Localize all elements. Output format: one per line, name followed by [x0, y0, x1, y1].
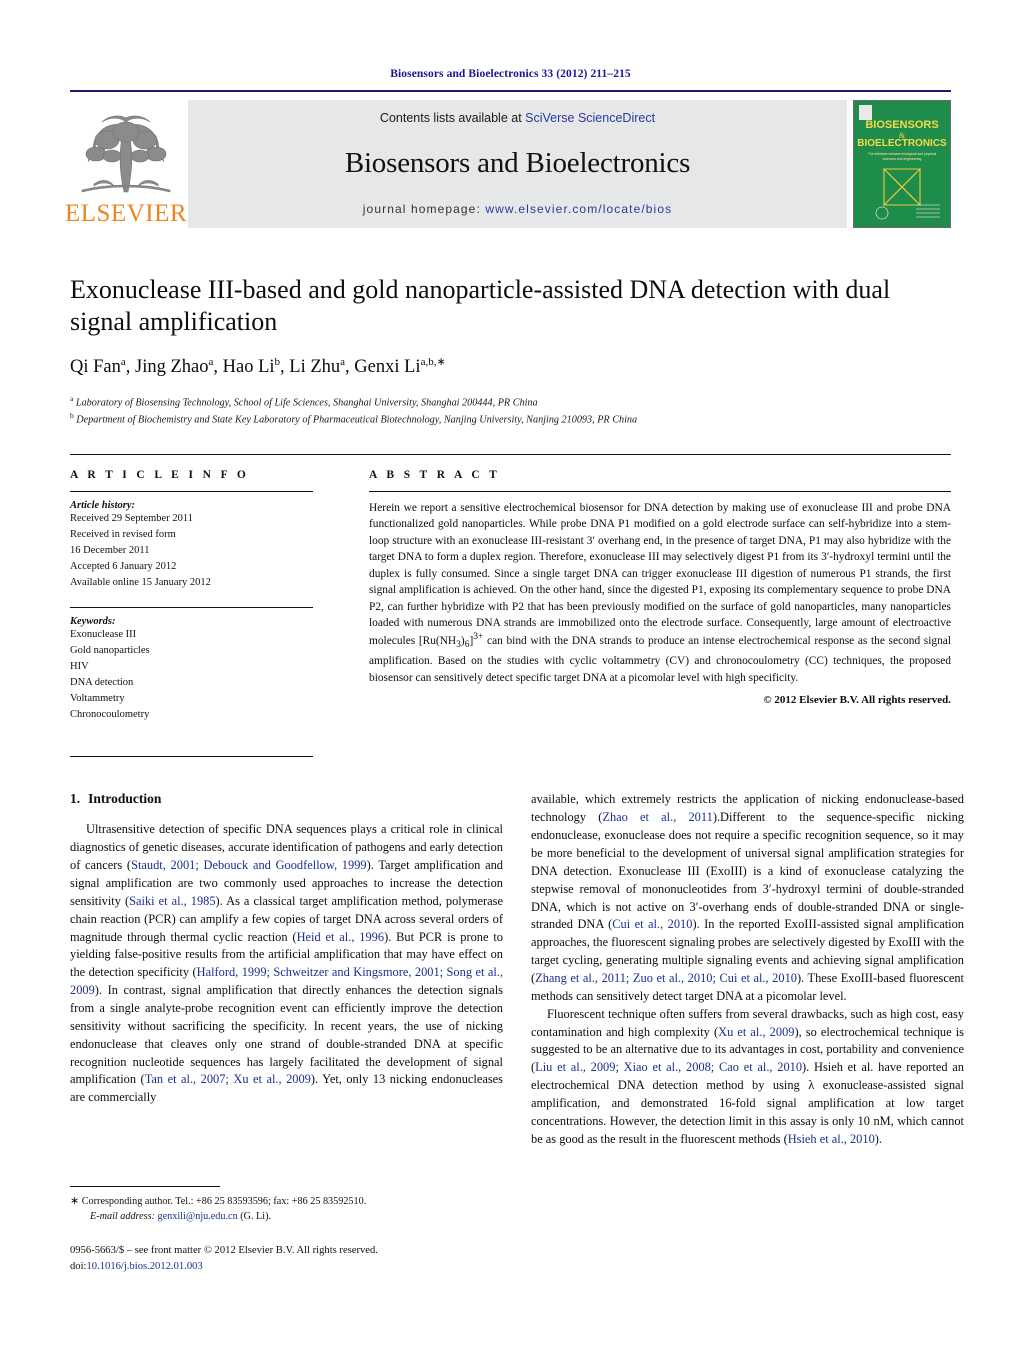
svg-text:sciences and engineering: sciences and engineering [883, 157, 922, 161]
email-suffix: (G. Li). [240, 1210, 272, 1222]
elsevier-wordmark: ELSEVIER [64, 200, 188, 227]
history-item: 16 December 2011 [70, 544, 150, 556]
doi-line: doi:10.1016/j.bios.2012.01.003 [70, 1259, 530, 1275]
history-item: Received 29 September 2011 [70, 512, 193, 524]
body-column-left: 1. Introduction Ultrasensitive detection … [70, 791, 503, 1148]
homepage-url[interactable]: www.elsevier.com/locate/bios [485, 202, 672, 216]
affiliation-a: a Laboratory of Biosensing Technology, S… [70, 393, 538, 408]
asterisk-icon: ∗ [70, 1195, 80, 1207]
article-history-label: Article history: [70, 499, 136, 511]
keyword-item: Chronocoulometry [70, 708, 150, 720]
section-number: 1. [70, 791, 81, 807]
issn-copyright-line: 0956-5663/$ – see front matter © 2012 El… [70, 1245, 378, 1256]
journal-cover-thumbnail: BIOSENSORS & BIOELECTRONICS The interfac… [853, 100, 951, 228]
sciencedirect-link[interactable]: SciVerse ScienceDirect [525, 111, 655, 125]
elsevier-logo: ELSEVIER [65, 100, 187, 228]
keyword-item: DNA detection [70, 676, 134, 688]
body-column-right: available, which extremely restricts the… [531, 791, 964, 1148]
masthead: ELSEVIER Contents lists available at Sci… [65, 90, 951, 228]
journal-band: Contents lists available at SciVerse Sci… [188, 100, 847, 228]
abstract-column: A B S T R A C T Herein we report a sensi… [369, 469, 951, 765]
author-list: Qi Fana, Jing Zhaoa, Hao Lib, Li Zhua, G… [70, 356, 446, 378]
article-history-list: Received 29 September 2011 Received in r… [70, 511, 313, 591]
section-heading-introduction: 1. Introduction [70, 791, 503, 807]
doi-label: doi: [70, 1260, 87, 1272]
affiliations: a Laboratory of Biosensing Technology, S… [70, 393, 951, 428]
history-item: Received in revised form [70, 528, 176, 540]
doi-link[interactable]: 10.1016/j.bios.2012.01.003 [86, 1261, 202, 1272]
svg-text:BIOELECTRONICS: BIOELECTRONICS [857, 138, 947, 149]
affiliation-b: b Department of Biochemistry and State K… [70, 411, 638, 426]
footnote-corresponding: ∗ Corresponding author. Tel.: +86 25 835… [70, 1194, 503, 1210]
history-item: Accepted 6 January 2012 [70, 560, 177, 572]
journal-title: Biosensors and Bioelectronics [344, 147, 691, 179]
paragraph: Ultrasensitive detection of specific DNA… [70, 822, 504, 1105]
svg-text:The interface between biologic: The interface between biological and phy… [868, 152, 937, 156]
imprint-block: 0956-5663/$ – see front matter © 2012 El… [70, 1243, 530, 1275]
corresponding-author-footnote: ∗ Corresponding author. Tel.: +86 25 835… [70, 1186, 503, 1225]
elsevier-tree-icon [81, 115, 171, 193]
article-info-heading: A R T I C L E I N F O [70, 468, 250, 481]
info-abstract-section: A R T I C L E I N F O Article history: R… [70, 453, 951, 765]
email-label: E-mail address: [90, 1210, 155, 1222]
article-info-rule [70, 490, 313, 492]
abstract-body: Herein we report a sensitive electrochem… [369, 500, 951, 686]
copyright-line: © 2012 Elsevier B.V. All rights reserved… [763, 693, 951, 706]
paper-page: Biosensors and Bioelectronics 33 (2012) … [0, 0, 1021, 1351]
abstract-rule [369, 490, 951, 492]
footnote-email: E-mail address: genxili@nju.edu.cn (G. L… [70, 1210, 503, 1225]
keyword-item: Exonuclease III [70, 628, 137, 640]
introduction-right-text: available, which extremely restricts the… [531, 791, 964, 1148]
history-item: Available online 15 January 2012 [70, 576, 211, 588]
contents-prefix: Contents lists available at [379, 111, 526, 125]
body-columns: 1. Introduction Ultrasensitive detection … [70, 791, 964, 1148]
footnote-divider [70, 1186, 220, 1187]
paragraph: available, which extremely restricts the… [531, 792, 964, 1003]
keywords-rule [70, 606, 313, 608]
running-head: Biosensors and Bioelectronics 33 (2012) … [390, 68, 631, 80]
abstract-text: Herein we report a sensitive electrochem… [369, 501, 952, 684]
paragraph: Fluorescent technique often suffers from… [531, 1006, 964, 1146]
affiliation-a-text: Laboratory of Biosensing Technology, Sch… [75, 396, 538, 408]
introduction-left-text: Ultrasensitive detection of specific DNA… [70, 821, 503, 1107]
title-block: Exonuclease III-based and gold nanoparti… [70, 274, 951, 428]
journal-cover-art: BIOSENSORS & BIOELECTRONICS The interfac… [854, 101, 950, 227]
article-info-column: A R T I C L E I N F O Article history: R… [70, 469, 313, 765]
affiliation-b-text: Department of Biochemistry and State Key… [76, 414, 638, 426]
keywords-label: Keywords: [70, 615, 116, 627]
abstract-heading: A B S T R A C T [369, 468, 501, 481]
article-info-bottom-rule [70, 756, 313, 758]
email-link[interactable]: genxili@nju.edu.cn [158, 1211, 238, 1222]
corresponding-text: Corresponding author. Tel.: +86 25 83593… [81, 1196, 367, 1207]
contents-line: Contents lists available at SciVerse Sci… [380, 111, 655, 125]
journal-homepage-line: journal homepage: www.elsevier.com/locat… [363, 202, 672, 216]
keywords-list: Exonuclease III Gold nanoparticles HIV D… [70, 627, 313, 723]
section-title: Introduction [88, 791, 162, 807]
homepage-label: journal homepage: [362, 202, 486, 216]
keyword-item: Gold nanoparticles [70, 644, 150, 656]
keyword-item: HIV [70, 660, 89, 672]
svg-text:BIOSENSORS: BIOSENSORS [865, 119, 938, 131]
keyword-item: Voltammetry [70, 692, 125, 704]
page-title: Exonuclease III-based and gold nanoparti… [70, 275, 891, 336]
